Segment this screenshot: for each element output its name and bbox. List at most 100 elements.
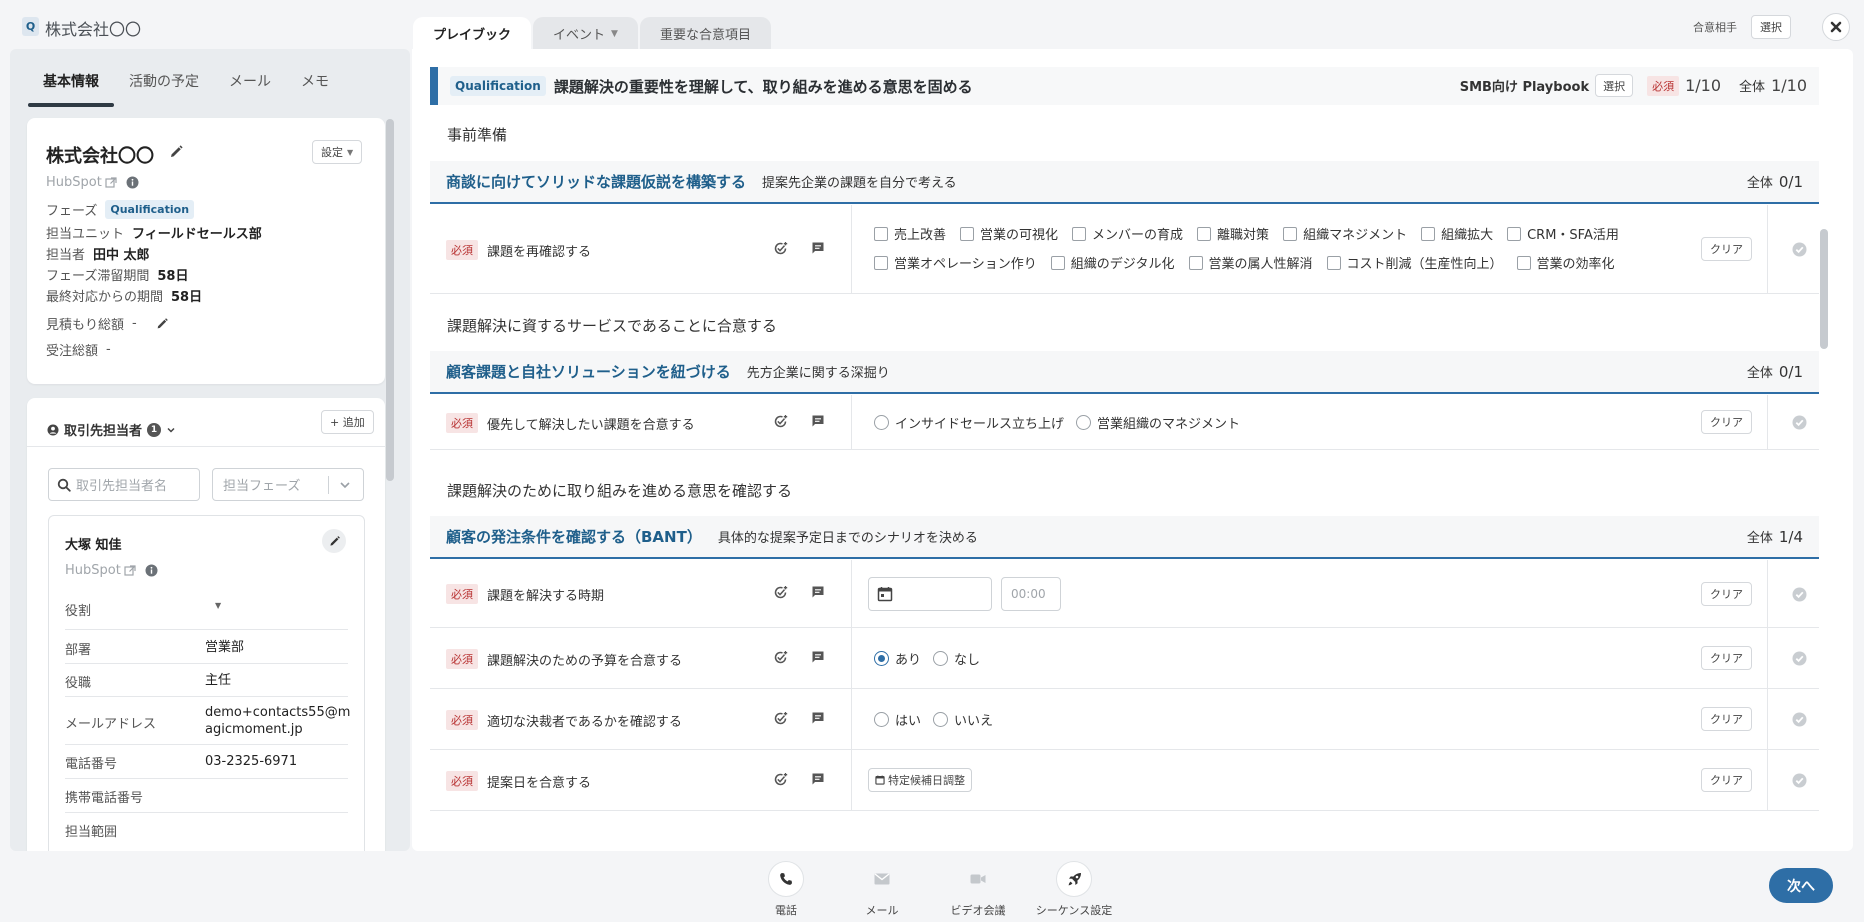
pencil-icon[interactable]	[168, 144, 184, 160]
section-header[interactable]: 顧客課題と自社ソリューションを紐づける 先方企業に関する深掘り 全体 0/1	[430, 351, 1819, 394]
settings-button[interactable]: 設定 ▼	[312, 140, 363, 164]
checkbox[interactable]	[1283, 226, 1298, 241]
radio[interactable]	[1076, 415, 1092, 430]
comment-icon[interactable]	[811, 241, 825, 255]
check-circle-icon[interactable]	[1792, 242, 1807, 257]
check-circle-icon[interactable]	[1792, 415, 1807, 430]
check-circle-icon[interactable]	[1792, 773, 1807, 788]
contact-search-input[interactable]: 取引先担当者名	[48, 468, 200, 501]
tab-memo[interactable]: メモ	[286, 71, 344, 103]
date-input[interactable]	[868, 577, 992, 611]
checkbox-option[interactable]: 営業の属人性解消	[1188, 253, 1313, 272]
sequence-button[interactable]	[1056, 861, 1092, 897]
mail-action[interactable]: メール	[827, 861, 937, 918]
close-button[interactable]	[1822, 13, 1850, 41]
radio-option[interactable]: いいえ	[933, 710, 993, 729]
next-button[interactable]: 次へ	[1769, 868, 1833, 903]
checkbox-option[interactable]: 組織マネジメント	[1283, 224, 1407, 243]
check-plus-icon[interactable]	[773, 772, 788, 787]
pencil-icon[interactable]	[155, 317, 169, 331]
tab-playbook[interactable]: プレイブック	[413, 17, 532, 50]
edit-contact-button[interactable]	[322, 529, 346, 553]
clear-button[interactable]: クリア	[1701, 646, 1752, 670]
comment-icon[interactable]	[811, 711, 825, 725]
checkbox-option[interactable]: 売上改善	[874, 224, 946, 243]
check-plus-icon[interactable]	[773, 414, 788, 429]
tab-activity-schedule[interactable]: 活動の予定	[114, 71, 214, 103]
partner-select-button[interactable]: 選択	[1751, 15, 1791, 39]
checkbox[interactable]	[1072, 226, 1087, 241]
hubspot-link[interactable]: HubSpot	[46, 175, 139, 190]
check-plus-icon[interactable]	[773, 585, 788, 600]
clear-button[interactable]: クリア	[1701, 237, 1752, 261]
checkbox-option[interactable]: 営業の可視化	[960, 224, 1058, 243]
checkbox[interactable]	[874, 226, 888, 241]
checkbox-option[interactable]: 営業オペレーション作り	[874, 253, 1037, 272]
playbook-select-button[interactable]: 選択	[1595, 74, 1634, 97]
right-scrollbar[interactable]	[1820, 229, 1828, 349]
tab-events[interactable]: イベント ▼	[533, 17, 638, 50]
checkbox[interactable]	[874, 255, 888, 270]
section-header[interactable]: 顧客の発注条件を確認する（BANT） 具体的な提案予定日までのシナリオを決める …	[430, 516, 1819, 559]
radio-option[interactable]: はい	[874, 710, 921, 729]
time-input[interactable]: 00:00	[1001, 577, 1061, 611]
checkbox[interactable]	[1421, 226, 1436, 241]
checkbox[interactable]	[1188, 255, 1203, 270]
comment-icon[interactable]	[811, 650, 825, 664]
checkbox[interactable]	[1050, 255, 1065, 270]
phone-action[interactable]: 電話	[731, 861, 841, 918]
checkbox-option[interactable]: 組織拡大	[1421, 224, 1493, 243]
schedule-candidate-button[interactable]: 特定候補日調整	[868, 768, 972, 792]
phase-filter-select[interactable]: 担当フェーズ	[212, 468, 364, 501]
checkbox-option[interactable]: メンバーの育成	[1072, 224, 1183, 243]
checkbox-option[interactable]: コスト削減（生産性向上）	[1326, 253, 1503, 272]
section-header[interactable]: 商談に向けてソリッドな課題仮説を構築する 提案先企業の課題を自分で考える 全体 0…	[430, 161, 1819, 204]
comment-icon[interactable]	[811, 414, 825, 428]
clear-button[interactable]: クリア	[1701, 707, 1752, 731]
checkbox-option[interactable]: 組織のデジタル化	[1050, 253, 1175, 272]
info-icon[interactable]	[145, 564, 158, 577]
tab-mail[interactable]: メール	[214, 71, 286, 103]
radio-selected[interactable]	[874, 651, 889, 666]
radio[interactable]	[874, 712, 889, 727]
check-circle-icon[interactable]	[1792, 587, 1807, 602]
info-icon[interactable]	[126, 176, 139, 189]
radio-option[interactable]: なし	[933, 649, 980, 668]
checkbox[interactable]	[960, 226, 975, 241]
comment-icon[interactable]	[811, 772, 825, 786]
checkbox-option[interactable]: CRM・SFA活用	[1507, 224, 1619, 243]
add-contact-button[interactable]: + 追加	[321, 410, 374, 434]
left-scrollbar[interactable]	[386, 119, 394, 481]
role-row[interactable]: 役割 ▼	[65, 596, 348, 630]
radio[interactable]	[874, 415, 889, 430]
sequence-action[interactable]: シーケンス設定	[1019, 861, 1129, 918]
video-button[interactable]	[960, 861, 996, 897]
radio[interactable]	[933, 651, 949, 666]
radio-option[interactable]: あり	[874, 649, 921, 668]
checkbox-option[interactable]: 営業の効率化	[1516, 253, 1615, 272]
comment-icon[interactable]	[811, 585, 825, 599]
clear-button[interactable]: クリア	[1701, 582, 1752, 606]
contact-hubspot-link[interactable]: HubSpot	[65, 563, 158, 578]
radio-option[interactable]: 営業組織のマネジメント	[1076, 413, 1240, 432]
phone-button[interactable]	[768, 861, 804, 897]
check-circle-icon[interactable]	[1792, 712, 1807, 727]
tab-key-agreements[interactable]: 重要な合意項目	[639, 17, 771, 50]
video-action[interactable]: ビデオ会議	[923, 861, 1033, 918]
radio-option[interactable]: インサイドセールス立ち上げ	[874, 413, 1064, 432]
checkbox[interactable]	[1507, 226, 1522, 241]
checkbox[interactable]	[1197, 226, 1212, 241]
checkbox-option[interactable]: 離職対策	[1197, 224, 1269, 243]
check-plus-icon[interactable]	[773, 650, 788, 665]
radio[interactable]	[933, 712, 949, 727]
check-plus-icon[interactable]	[773, 241, 788, 256]
checkbox[interactable]	[1516, 255, 1531, 270]
tab-basic-info[interactable]: 基本情報	[28, 71, 114, 107]
clear-button[interactable]: クリア	[1701, 768, 1752, 792]
check-plus-icon[interactable]	[773, 711, 788, 726]
contacts-header[interactable]: 取引先担当者 1	[47, 420, 176, 439]
mail-button[interactable]	[864, 861, 900, 897]
check-circle-icon[interactable]	[1792, 651, 1807, 666]
clear-button[interactable]: クリア	[1701, 410, 1752, 434]
checkbox[interactable]	[1326, 255, 1341, 270]
